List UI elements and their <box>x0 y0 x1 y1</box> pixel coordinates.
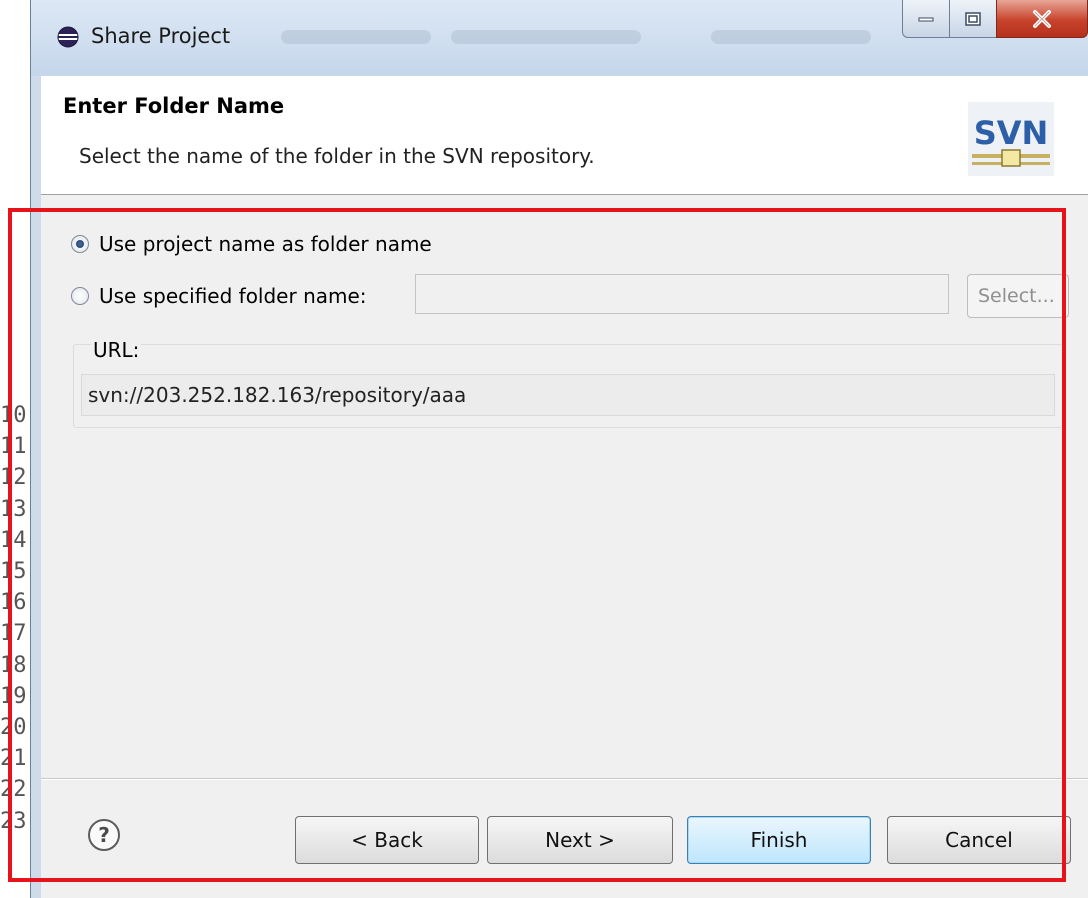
use-project-name-label: Use project name as folder name <box>99 232 432 256</box>
next-button[interactable]: Next > <box>487 816 673 864</box>
line-number: 12 <box>0 465 27 491</box>
folder-name-input[interactable] <box>415 274 949 314</box>
radio-selected-dot <box>76 240 84 248</box>
line-number: 19 <box>0 683 27 709</box>
eclipse-icon <box>57 26 79 48</box>
title-bar[interactable]: Share Project <box>31 0 1088 76</box>
close-button[interactable] <box>996 0 1088 38</box>
background-tab-ghost <box>451 30 641 44</box>
background-editor: 10 11 12 13 14 15 16 17 18 19 20 21 22 23 <box>0 0 31 898</box>
url-field: svn://203.252.182.163/repository/aaa <box>81 374 1055 416</box>
close-icon <box>1033 9 1051 28</box>
url-label: URL: <box>91 338 142 362</box>
line-number-gutter: 10 11 12 13 14 15 16 17 18 19 20 21 22 23 <box>0 400 30 837</box>
maximize-icon <box>965 11 981 26</box>
line-number: 21 <box>0 746 27 772</box>
maximize-button[interactable] <box>949 0 997 38</box>
line-number: 14 <box>0 527 27 553</box>
line-number: 10 <box>0 403 27 428</box>
page-title: Enter Folder Name <box>63 94 285 118</box>
background-tab-ghost <box>711 30 871 44</box>
use-specified-name-radio[interactable] <box>71 287 89 305</box>
cancel-button[interactable]: Cancel <box>887 816 1071 864</box>
line-number: 13 <box>0 496 27 522</box>
help-icon[interactable]: ? <box>87 818 121 852</box>
use-specified-name-option[interactable]: Use specified folder name: <box>71 284 367 308</box>
window-controls <box>902 0 1088 46</box>
use-specified-name-label: Use specified folder name: <box>99 284 367 308</box>
svn-logo-icon: SVN <box>968 102 1054 176</box>
line-number: 15 <box>0 559 27 585</box>
screenshot: 10 11 12 13 14 15 16 17 18 19 20 21 22 23 Share Proje… <box>0 0 1088 898</box>
line-number: 18 <box>0 652 27 678</box>
use-project-name-option[interactable]: Use project name as folder name <box>71 232 432 256</box>
use-project-name-radio[interactable] <box>71 235 89 253</box>
minimize-icon <box>918 17 934 21</box>
line-number: 22 <box>0 777 27 803</box>
minimize-button[interactable] <box>902 0 950 38</box>
footer-divider-highlight <box>41 779 1088 780</box>
page-description: Select the name of the folder in the SVN… <box>79 144 595 168</box>
line-number: 20 <box>0 715 27 741</box>
line-number: 17 <box>0 621 27 647</box>
finish-button[interactable]: Finish <box>687 816 871 864</box>
background-tab-ghost <box>281 30 431 44</box>
svn-logo-text: SVN <box>974 114 1049 152</box>
back-button[interactable]: < Back <box>295 816 479 864</box>
line-number: 16 <box>0 590 27 616</box>
svg-text:?: ? <box>98 823 110 847</box>
share-project-dialog: Share Project Enter Folder Name Select t… <box>30 0 1088 898</box>
line-number: 11 <box>0 434 27 460</box>
window-title: Share Project <box>91 24 231 48</box>
wizard-header: Enter Folder Name Select the name of the… <box>41 76 1088 195</box>
line-number: 23 <box>0 808 27 834</box>
dialog-content: Enter Folder Name Select the name of the… <box>41 76 1088 898</box>
select-button[interactable]: Select... <box>967 274 1069 318</box>
